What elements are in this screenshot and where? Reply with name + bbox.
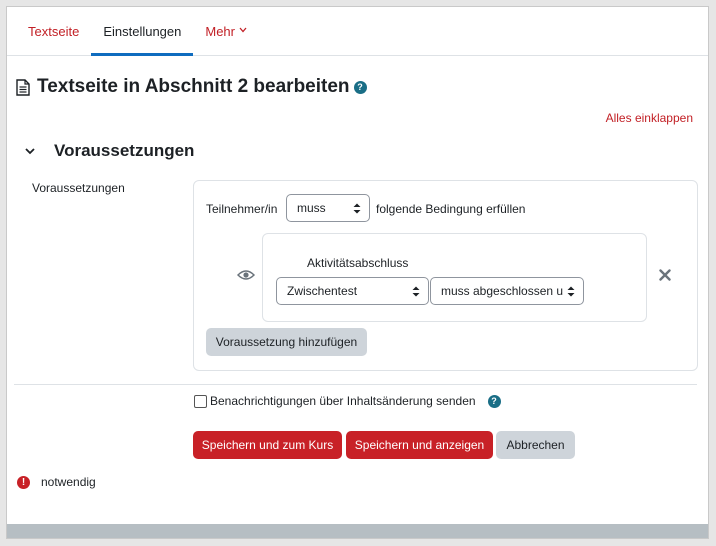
activity-select-value: Zwischentest xyxy=(287,284,358,298)
help-icon[interactable]: ? xyxy=(487,394,501,408)
required-legend: ! notwendig xyxy=(17,475,96,489)
help-icon[interactable]: ? xyxy=(353,80,367,94)
select-arrows-icon xyxy=(412,286,420,297)
exclamation-circle-icon: ! xyxy=(17,475,30,489)
field-label: Voraussetzungen xyxy=(32,181,125,195)
document-icon xyxy=(16,78,30,96)
close-icon[interactable] xyxy=(659,269,671,281)
browser-window: Textseite Einstellungen Mehr Textseite i… xyxy=(6,6,709,539)
divider xyxy=(14,384,697,385)
section-toggle[interactable]: Voraussetzungen xyxy=(24,141,194,161)
notify-checkbox[interactable] xyxy=(194,394,207,408)
required-label: notwendig xyxy=(41,475,96,489)
activity-select[interactable]: Zwischentest xyxy=(276,277,429,305)
tab-label: Einstellungen xyxy=(103,24,182,39)
tab-mehr[interactable]: Mehr xyxy=(193,7,259,55)
completion-state-value: muss abgeschlossen un xyxy=(441,284,563,298)
add-restriction-button[interactable]: Voraussetzung hinzufügen xyxy=(206,328,367,356)
save-and-display-button[interactable]: Speichern und anzeigen xyxy=(346,431,493,459)
completion-state-select[interactable]: muss abgeschlossen un xyxy=(430,277,584,305)
tab-einstellungen[interactable]: Einstellungen xyxy=(91,7,194,56)
tab-label: Mehr xyxy=(205,23,235,39)
tab-textseite[interactable]: Textseite xyxy=(7,7,91,55)
notify-label[interactable]: Benachrichtigungen über Inhaltsänderung … xyxy=(210,394,476,408)
chevron-down-icon xyxy=(239,25,247,35)
collapse-all-link[interactable]: Alles einklappen xyxy=(606,111,693,125)
tab-label: Textseite xyxy=(28,23,80,39)
select-arrows-icon xyxy=(567,286,575,297)
restriction-suffix: folgende Bedingung erfüllen xyxy=(376,202,526,216)
chevron-down-icon xyxy=(25,148,35,155)
condition-title: Aktivitätsabschluss xyxy=(307,256,409,270)
save-and-return-button[interactable]: Speichern und zum Kurs xyxy=(193,431,342,459)
restriction-prefix: Teilnehmer/in xyxy=(206,202,278,216)
page-title: Textseite in Abschnitt 2 bearbeiten ? xyxy=(16,76,367,98)
notify-row: Benachrichtigungen über Inhaltsänderung … xyxy=(194,394,501,408)
cancel-button[interactable]: Abbrechen xyxy=(496,431,575,459)
section-title: Voraussetzungen xyxy=(54,141,195,160)
eye-icon[interactable] xyxy=(237,269,255,281)
select-arrows-icon xyxy=(353,203,361,214)
footer-bar xyxy=(7,524,708,538)
secondary-navigation: Textseite Einstellungen Mehr xyxy=(7,7,708,56)
must-select-value: muss xyxy=(297,201,326,215)
must-select[interactable]: muss xyxy=(286,194,370,222)
page-title-text: Textseite in Abschnitt 2 bearbeiten xyxy=(37,76,350,97)
